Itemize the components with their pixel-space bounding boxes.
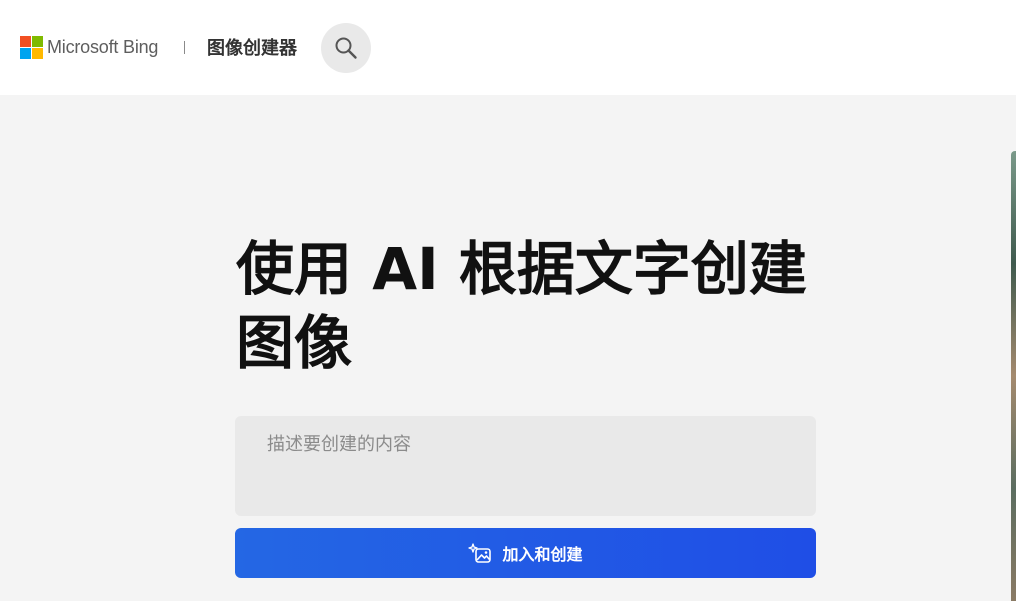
hero-title: 使用 AI 根据文字创建图像 — [236, 235, 807, 377]
microsoft-logo-icon — [20, 36, 43, 59]
join-and-create-button[interactable]: 加入和创建 — [235, 528, 816, 578]
microsoft-bing-logo[interactable]: Microsoft Bing — [20, 36, 158, 59]
top-bar: Microsoft Bing 图像创建器 — [0, 0, 1016, 95]
search-button[interactable] — [321, 23, 371, 73]
carousel-image-edge — [1011, 151, 1016, 601]
image-sparkle-icon — [468, 543, 492, 563]
prompt-input[interactable] — [235, 416, 816, 516]
header-divider — [184, 41, 185, 54]
brand-name: Microsoft Bing — [47, 37, 159, 57]
product-title[interactable]: 图像创建器 — [207, 34, 297, 60]
join-and-create-label: 加入和创建 — [502, 545, 583, 564]
search-icon — [335, 37, 357, 59]
